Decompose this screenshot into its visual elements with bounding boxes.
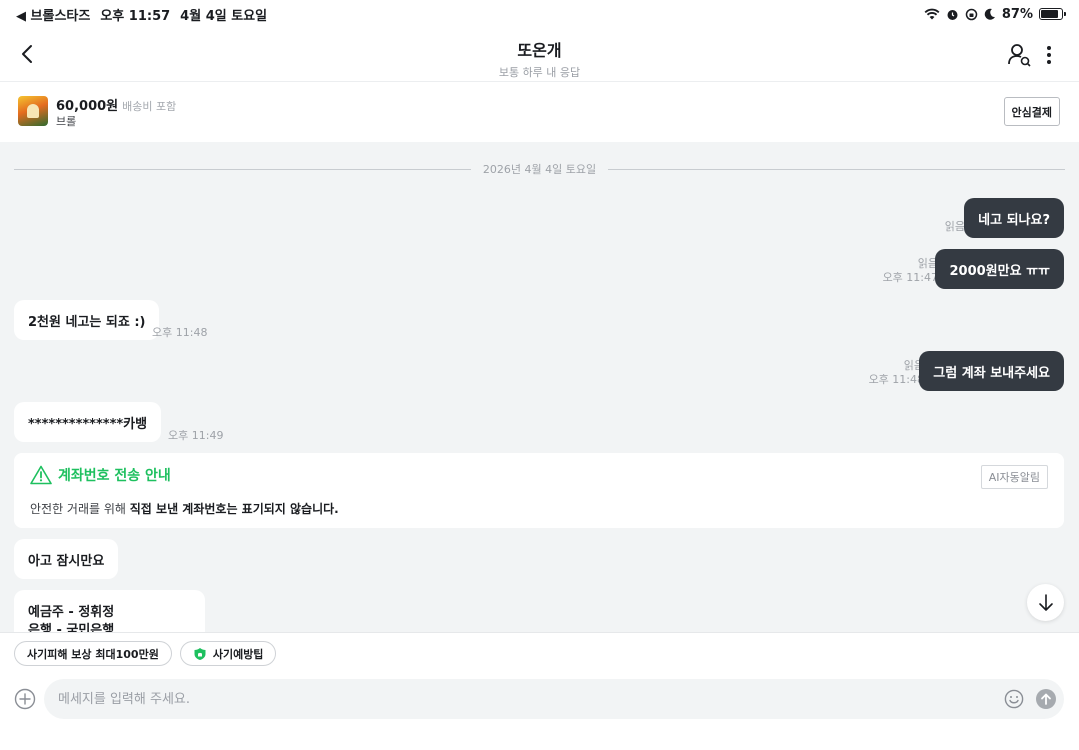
date-separator: 2026년 4월 4일 토요일 <box>14 161 1066 177</box>
message-bubble-in[interactable]: **************카뱅 <box>14 402 162 442</box>
notice-title: 계좌번호 전송 안내 <box>30 465 171 485</box>
moon-icon <box>984 8 995 20</box>
more-options-button[interactable] <box>1037 42 1061 68</box>
status-date: 4월 4일 토요일 <box>180 8 268 24</box>
battery-fill <box>1041 10 1059 18</box>
title-block: 또온개 보통 하루 내 응답 <box>0 37 1079 80</box>
warning-icon <box>30 465 52 485</box>
read-receipt: 읽음 <box>903 359 924 372</box>
chat-header: 또온개 보통 하루 내 응답 <box>0 28 1079 82</box>
message-bubble-in[interactable]: 예금주 - 정휘정 은행 - 국민은행 <box>14 590 205 632</box>
price-line: 60,000원 배송비 포함 <box>56 95 176 114</box>
chip-fraud-compensation[interactable]: 사기피해 보상 최대100만원 <box>14 641 172 666</box>
read-receipt: 읽음 <box>917 257 938 270</box>
shield-icon <box>194 647 206 660</box>
notice-text: 안전한 거래를 위해 직접 보낸 계좌번호는 표기되지 않습니다. <box>30 500 339 517</box>
scroll-to-bottom-button[interactable] <box>1027 584 1064 621</box>
status-right: 87% <box>924 6 1066 22</box>
orientation-lock-icon <box>965 8 978 20</box>
notice-text-prefix: 안전한 거래를 위해 <box>30 502 130 516</box>
divider-line <box>14 168 471 170</box>
account-holder-line: 예금주 - 정휘정 <box>28 605 115 620</box>
notice-text-bold: 직접 보낸 계좌번호는 표기되지 않습니다. <box>129 502 339 516</box>
arrow-up-icon <box>1041 693 1051 705</box>
status-time: 오후 11:57 <box>100 8 171 24</box>
message-time: 오후 11:49 <box>168 429 224 442</box>
chip-label: 사기예방팁 <box>212 647 264 661</box>
message-bubble-in[interactable]: 아고 잠시만요 <box>14 539 119 579</box>
account-notice-card: 계좌번호 전송 안내 안전한 거래를 위해 직접 보낸 계좌번호는 표기되지 않… <box>14 453 1064 528</box>
quick-chips: 사기피해 보상 최대100만원 사기예방팁 <box>0 632 1079 674</box>
date-label: 2026년 4월 4일 토요일 <box>482 163 597 176</box>
chip-fraud-prevention-tips[interactable]: 사기예방팁 <box>179 641 277 666</box>
message-input-bar <box>0 674 1079 750</box>
attach-button[interactable] <box>14 688 36 710</box>
more-dot-icon <box>1047 46 1051 50</box>
smiley-icon <box>1004 689 1024 709</box>
arrow-down-icon <box>1038 593 1053 611</box>
safe-pay-button[interactable]: 안심결제 <box>1003 97 1060 126</box>
alarm-icon <box>947 9 958 20</box>
message-meta: 읽음 오후 11:47 <box>883 257 938 285</box>
divider-line <box>608 168 1066 170</box>
message-bubble-out[interactable]: 2000원만요 ㅠㅠ <box>935 249 1064 289</box>
chat-area[interactable]: 2026년 4월 4일 토요일 읽음 네고 되나요? 읽음 오후 11:47 2… <box>0 142 1079 632</box>
read-receipt: 읽음 <box>944 220 965 233</box>
user-search-icon <box>1008 44 1031 67</box>
message-bubble-out[interactable]: 네고 되나요? <box>964 198 1064 238</box>
more-dot-icon <box>1047 53 1051 57</box>
message-input[interactable] <box>44 679 1064 719</box>
shipping-note: 배송비 포함 <box>122 100 177 113</box>
back-to-app-link[interactable]: ◀ 브롤스타즈 <box>16 5 90 24</box>
status-bar: ◀ 브롤스타즈 오후 11:57 4월 4일 토요일 87% <box>0 0 1079 28</box>
battery-percent: 87% <box>1001 6 1033 22</box>
message-time: 오후 11:48 <box>152 326 208 339</box>
message-time: 오후 11:48 <box>868 373 924 386</box>
status-left: ◀ 브롤스타즈 오후 11:57 4월 4일 토요일 <box>16 5 267 24</box>
battery-icon <box>1039 8 1066 20</box>
emoji-button[interactable] <box>1004 689 1024 709</box>
account-bank-line: 은행 - 국민은행 <box>28 623 115 632</box>
profile-button[interactable] <box>1007 42 1033 68</box>
product-thumbnail[interactable] <box>18 96 48 126</box>
product-bar[interactable]: 60,000원 배송비 포함 브롤 안심결제 <box>0 82 1079 142</box>
message-bubble-in[interactable]: 2천원 네고는 되죠 :) <box>14 300 160 340</box>
wifi-icon <box>924 8 940 20</box>
response-time: 보통 하루 내 응답 <box>498 66 581 79</box>
plus-circle-icon <box>14 688 36 710</box>
message-time: 오후 11:47 <box>882 271 938 284</box>
more-dot-icon <box>1047 60 1051 64</box>
send-button[interactable] <box>1036 689 1056 709</box>
chip-label: 사기피해 보상 최대100만원 <box>27 647 159 661</box>
message-bubble-out[interactable]: 그럼 계좌 보내주세요 <box>919 351 1064 391</box>
message-meta: 읽음 오후 11:48 <box>869 359 924 387</box>
chat-partner-name: 또온개 <box>517 41 562 60</box>
product-price: 60,000원 <box>56 99 119 114</box>
notice-title-text: 계좌번호 전송 안내 <box>58 468 171 484</box>
product-title: 브롤 <box>56 115 77 128</box>
ai-auto-notice-badge: AI자동알림 <box>980 465 1048 489</box>
